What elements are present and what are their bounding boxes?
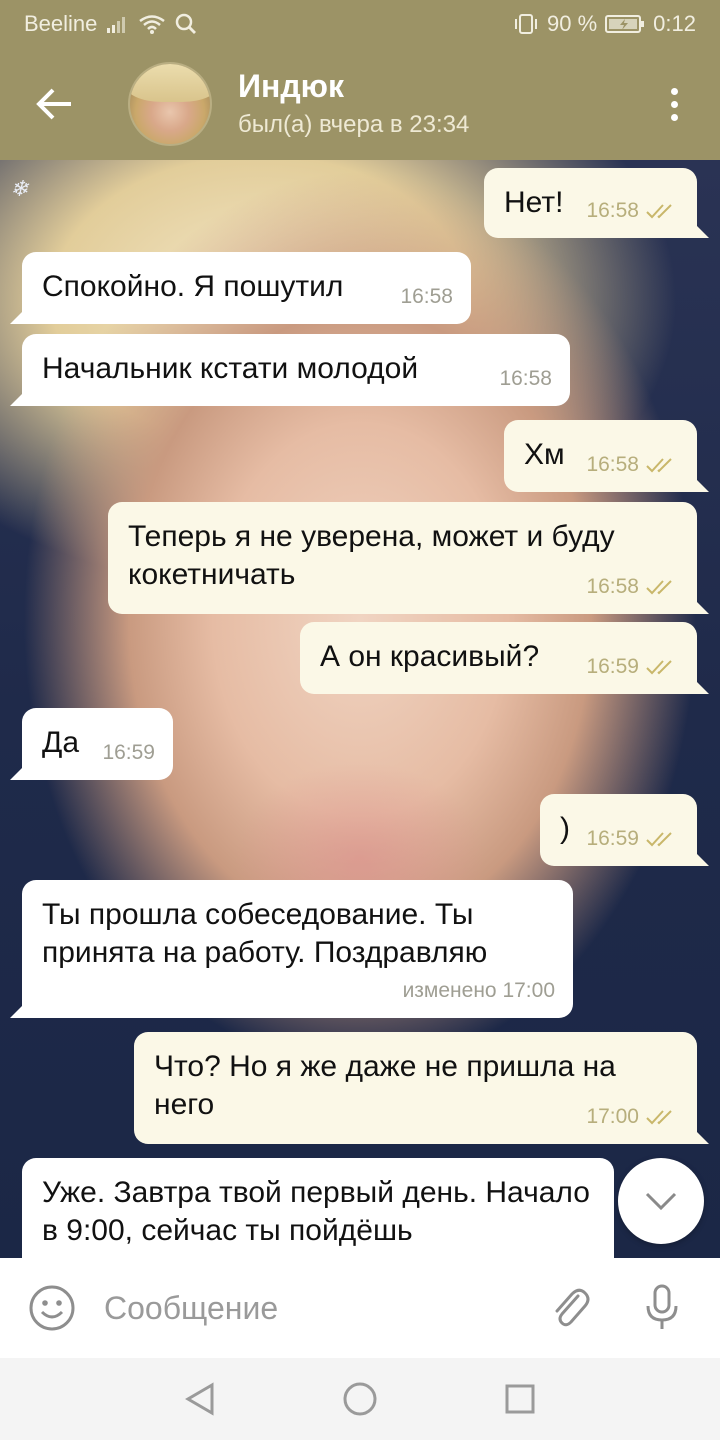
emoji-button[interactable] bbox=[0, 1258, 104, 1358]
message-time: 16:58 bbox=[586, 575, 639, 598]
message-meta: 17:00 bbox=[586, 1098, 679, 1136]
message-meta: 16:58 bbox=[400, 278, 453, 316]
message-bubble-outgoing[interactable]: А он красивый? 16:59 bbox=[300, 622, 709, 694]
message-text: Ты прошла собеседование. Ты принята на р… bbox=[42, 898, 488, 969]
chat-header: Индюк был(а) вчера в 23:34 bbox=[0, 48, 720, 160]
message-input[interactable] bbox=[104, 1278, 524, 1338]
nav-back-button[interactable] bbox=[170, 1369, 230, 1429]
message-time: 17:00 bbox=[586, 1105, 639, 1128]
contact-name: Индюк bbox=[238, 68, 344, 104]
double-check-icon bbox=[646, 204, 672, 219]
message-bubble-outgoing[interactable]: Хм 16:58 bbox=[504, 420, 709, 492]
battery-icon bbox=[605, 14, 645, 34]
back-button[interactable] bbox=[0, 48, 110, 160]
contact-avatar[interactable] bbox=[128, 62, 212, 146]
message-meta: 16:58 bbox=[586, 446, 679, 484]
double-check-icon bbox=[646, 832, 672, 847]
message-bubble-outgoing[interactable]: Нет! 16:58 bbox=[484, 168, 709, 238]
message-time: 16:58 bbox=[400, 285, 453, 308]
message-time: 16:58 bbox=[499, 367, 552, 390]
message-bubble-outgoing[interactable]: Теперь я не уверена, может и буду кокетн… bbox=[108, 502, 709, 614]
back-arrow-icon bbox=[36, 88, 71, 120]
voice-message-button[interactable] bbox=[616, 1258, 708, 1358]
double-check-icon bbox=[646, 580, 672, 595]
message-bubble-incoming[interactable]: Начальник кстати молодой 16:58 bbox=[10, 334, 570, 406]
message-time: 16:59 bbox=[586, 827, 639, 850]
status-bar: Beeline 90 % 0:12 bbox=[0, 0, 720, 48]
message-bubble-outgoing[interactable]: Что? Но я же даже не пришла на него 17:0… bbox=[134, 1032, 709, 1144]
more-options-button[interactable] bbox=[628, 48, 720, 160]
carrier-name: Beeline bbox=[24, 11, 98, 36]
contact-info[interactable]: Индюк был(а) вчера в 23:34 bbox=[238, 66, 469, 142]
vibrate-icon bbox=[513, 13, 539, 35]
message-text: Спокойно. Я пошутил bbox=[42, 270, 344, 303]
nav-recents-button[interactable] bbox=[490, 1369, 550, 1429]
message-time: 16:58 bbox=[586, 199, 639, 222]
wifi-icon bbox=[139, 14, 166, 34]
signal-icon bbox=[107, 15, 129, 33]
home-circle-icon bbox=[343, 1382, 377, 1416]
double-check-icon bbox=[646, 660, 672, 675]
message-composer bbox=[0, 1258, 720, 1358]
emoji-icon bbox=[29, 1285, 75, 1331]
message-bubble-incoming[interactable]: Уже. Завтра твой первый день. Начало в 9… bbox=[22, 1158, 614, 1258]
message-meta: 16:58 bbox=[586, 192, 679, 230]
message-time: 16:59 bbox=[102, 741, 155, 764]
message-bubble-incoming[interactable]: Ты прошла собеседование. Ты принята на р… bbox=[10, 880, 573, 1018]
message-meta: 16:59 bbox=[586, 648, 679, 686]
contact-last-seen: был(а) вчера в 23:34 bbox=[238, 111, 470, 138]
scroll-to-bottom-button[interactable] bbox=[618, 1158, 704, 1244]
snowflake-icon: ❄ bbox=[10, 176, 29, 201]
microphone-icon bbox=[646, 1284, 678, 1329]
chevron-down-icon bbox=[645, 1192, 677, 1211]
attach-button[interactable] bbox=[524, 1258, 616, 1358]
search-icon bbox=[175, 13, 197, 35]
message-edited-time: изменено 17:00 bbox=[402, 979, 555, 1002]
message-time: 16:59 bbox=[586, 655, 639, 678]
message-bubble-incoming[interactable]: Да 16:59 bbox=[10, 708, 173, 780]
paperclip-icon bbox=[555, 1288, 590, 1327]
message-meta: 16:58 bbox=[586, 568, 679, 606]
system-nav-bar bbox=[0, 1358, 720, 1440]
message-meta: 16:59 bbox=[102, 734, 155, 772]
more-vert-icon bbox=[670, 85, 678, 124]
battery-percent: 90 % bbox=[547, 11, 598, 36]
double-check-icon bbox=[646, 1110, 672, 1125]
recents-square-icon bbox=[505, 1384, 535, 1414]
message-text: Начальник кстати молодой bbox=[42, 352, 419, 385]
double-check-icon bbox=[646, 458, 672, 473]
message-bubble-incoming[interactable]: Спокойно. Я пошутил 16:58 bbox=[10, 252, 471, 324]
message-meta: изменено 17:00 bbox=[403, 972, 555, 1010]
clock: 0:12 bbox=[653, 11, 696, 36]
nav-home-button[interactable] bbox=[330, 1369, 390, 1429]
message-time: 16:58 bbox=[586, 453, 639, 476]
message-text: Уже. Завтра твой первый день. Начало в 9… bbox=[42, 1176, 599, 1247]
message-meta: 16:58 bbox=[499, 360, 552, 398]
back-triangle-icon bbox=[185, 1382, 214, 1416]
message-bubble-outgoing[interactable]: ) 16:59 bbox=[540, 794, 709, 866]
message-meta: 16:59 bbox=[586, 820, 679, 858]
